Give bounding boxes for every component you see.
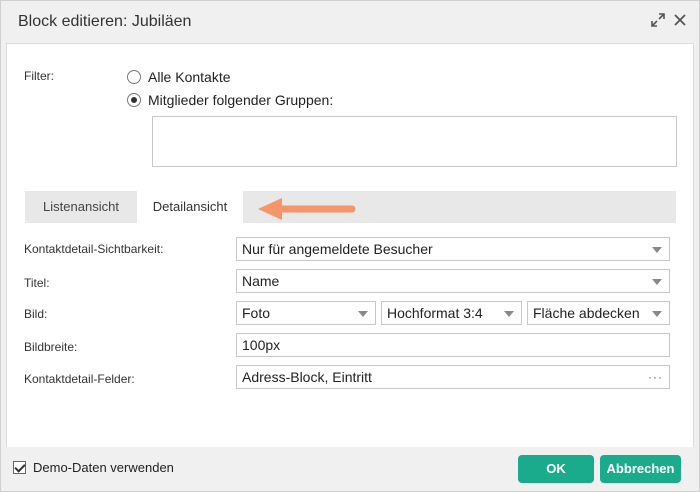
radio-group-members-label: Mitglieder folgender Gruppen:: [148, 92, 334, 108]
title-label: Titel:: [24, 276, 50, 290]
close-icon[interactable]: [673, 13, 687, 27]
image-width-value: 100px: [242, 337, 281, 353]
image-format-value: Hochformat 3:4: [387, 305, 483, 321]
visibility-label: Kontaktdetail-Sichtbarkeit:: [24, 242, 164, 256]
expand-icon[interactable]: [651, 13, 665, 27]
radio-button[interactable]: [127, 70, 141, 84]
title-value: Name: [242, 273, 280, 289]
edit-block-dialog: Block editieren: Jubiläen Filter: Alle K…: [0, 0, 700, 492]
tab-detailansicht[interactable]: Detailansicht: [137, 191, 243, 223]
radio-all-contacts-label: Alle Kontakte: [148, 69, 231, 85]
dialog-titlebar: Block editieren: Jubiläen: [1, 1, 699, 43]
groups-selection-box[interactable]: [152, 116, 677, 167]
filter-label: Filter:: [24, 69, 54, 83]
demo-data-label: Demo-Daten verwenden: [33, 460, 174, 475]
visibility-value: Nur für angemeldete Besucher: [242, 241, 433, 257]
ok-button[interactable]: OK: [518, 455, 594, 483]
image-format-select[interactable]: Hochformat 3:4: [381, 301, 522, 325]
cancel-button[interactable]: Abbrechen: [600, 455, 681, 483]
image-width-label: Bildbreite:: [24, 340, 78, 354]
dialog-footer: Demo-Daten verwenden OK Abbrechen: [1, 448, 699, 491]
image-width-input[interactable]: 100px: [236, 333, 670, 357]
demo-data-checkbox-row[interactable]: Demo-Daten verwenden: [13, 460, 174, 475]
visibility-select[interactable]: Nur für angemeldete Besucher: [236, 237, 670, 261]
detail-fields-input[interactable]: Adress-Block, Eintritt ···: [236, 365, 670, 389]
radio-all-contacts[interactable]: Alle Kontakte: [127, 69, 231, 85]
tab-listenansicht[interactable]: Listenansicht: [25, 191, 137, 223]
more-options-icon[interactable]: ···: [648, 366, 663, 388]
image-fit-value: Fläche abdecken: [533, 305, 640, 321]
detail-fields-label: Kontaktdetail-Felder:: [24, 372, 135, 386]
image-source-value: Foto: [242, 305, 271, 321]
image-source-select[interactable]: Foto: [236, 301, 376, 325]
title-select[interactable]: Name: [236, 269, 670, 293]
image-fit-select[interactable]: Fläche abdecken: [527, 301, 670, 325]
image-label: Bild:: [24, 307, 48, 321]
dialog-content: Filter: Alle Kontakte Mitglieder folgend…: [6, 43, 694, 447]
demo-data-checkbox[interactable]: [13, 461, 26, 474]
dialog-title: Block editieren: Jubiläen: [18, 13, 192, 30]
radio-button-selected[interactable]: [127, 93, 141, 107]
detail-fields-value: Adress-Block, Eintritt: [242, 369, 372, 385]
radio-group-members[interactable]: Mitglieder folgender Gruppen:: [127, 92, 333, 108]
annotation-arrow-icon: [258, 198, 356, 220]
titlebar-icons: [651, 13, 687, 27]
